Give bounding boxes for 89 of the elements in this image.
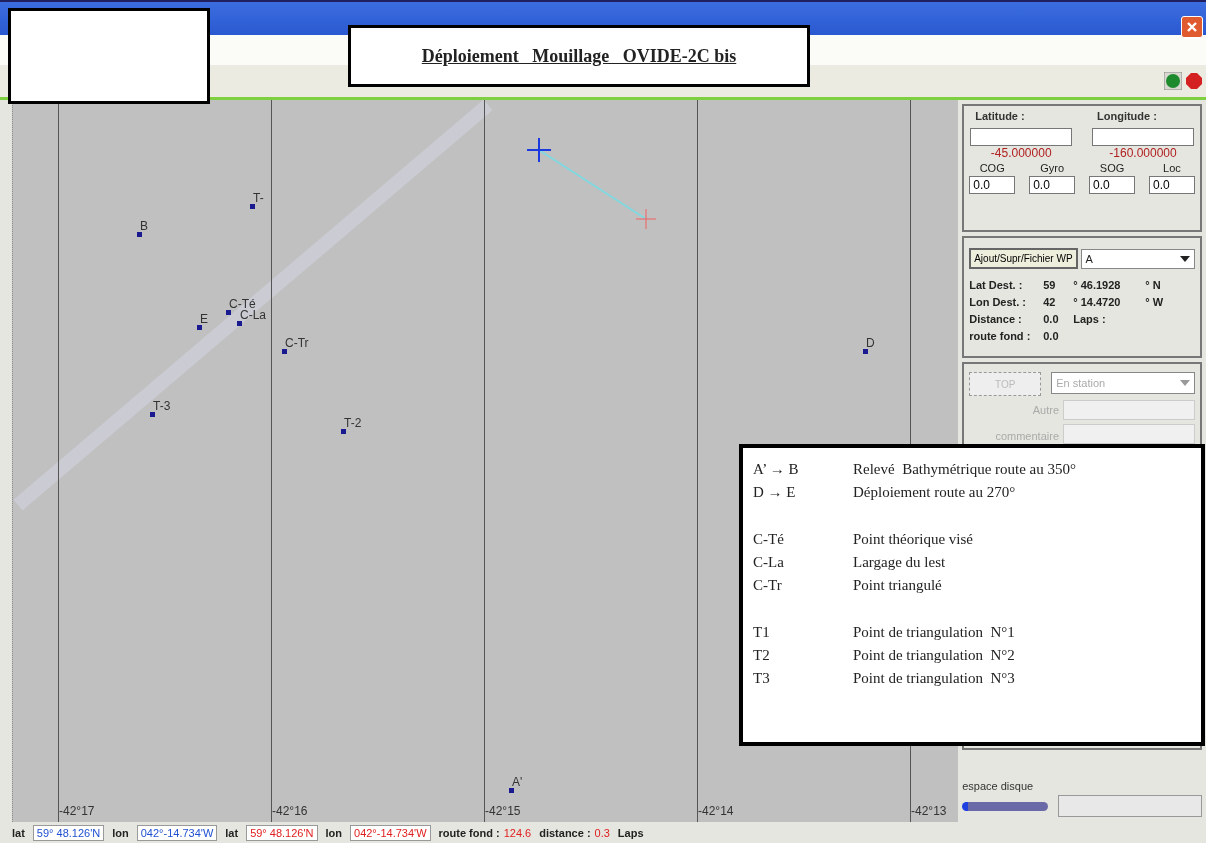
window-title: Déploiement Mouillage OVIDE-2C bis [421, 45, 737, 67]
destination-text: ° 46.1928 [1073, 279, 1122, 291]
waypoint-marker[interactable] [341, 429, 346, 434]
longitude-label: -42°14 [698, 804, 734, 818]
destination-text: Laps : [1073, 313, 1107, 325]
destination-text: 0.0 [1043, 330, 1060, 342]
waypoint-label: A' [512, 775, 523, 789]
waypoint-marker[interactable] [282, 349, 287, 354]
coordinate-field: 59° 48.126'N [32, 824, 105, 841]
destination-text: Lat Dest. : [969, 279, 1024, 291]
destination-text: 59 [1043, 279, 1057, 291]
waypoint-label: T-2 [344, 416, 362, 430]
reading-field[interactable]: 0.0 [1148, 176, 1195, 194]
status-label: lat [12, 826, 25, 839]
status-label: distance : [539, 826, 591, 839]
destination-text: 42 [1043, 296, 1057, 308]
waypoint-marker[interactable] [226, 310, 231, 315]
comment-label: commentaire [995, 430, 1059, 442]
reading-label: SOG [1099, 162, 1125, 174]
waypoint-dropdown[interactable]: A [1080, 248, 1195, 269]
coordinate-field: 59° 48.126'N [246, 824, 318, 841]
disk-space-label: espace disque [962, 780, 1035, 792]
waypoint-label: D [866, 336, 875, 350]
waypoint-label: T-3 [153, 399, 171, 413]
legend-text: Point triangulé [853, 576, 942, 595]
waypoint-marker[interactable] [863, 349, 868, 354]
status-label: lon [112, 826, 129, 839]
longitude-label: -42°16 [272, 804, 308, 818]
status-label: lat [225, 826, 239, 839]
legend-code: A’ → B [753, 460, 800, 479]
reading-field[interactable]: 0.0 [969, 176, 1016, 194]
longitude-input[interactable] [1092, 128, 1194, 146]
legend-code: C-La [753, 553, 785, 572]
waypoint-marker[interactable] [237, 321, 242, 326]
coordinate-field: 042°-14.734'W [136, 824, 218, 841]
waypoint-label: C-La [240, 308, 266, 322]
reading-label: COG [979, 162, 1005, 174]
status-label: lon [325, 826, 342, 839]
longitude-value: -160.000000 [1109, 146, 1177, 160]
waypoint-marker[interactable] [137, 232, 142, 237]
other-label: Autre [1032, 404, 1059, 416]
destination-text: ° N [1145, 279, 1162, 291]
other-field[interactable] [1063, 400, 1195, 420]
waypoint-label: B [140, 219, 148, 233]
latitude-label: Latitude : [974, 110, 1025, 122]
legend-code: T3 [753, 669, 771, 688]
go-icon[interactable] [1164, 72, 1182, 90]
longitude-label: -42°15 [485, 804, 521, 818]
status-value: 124.6 [503, 826, 532, 839]
caret-icon [1180, 255, 1190, 262]
destination-text: Distance : [969, 313, 1023, 325]
reading-field[interactable]: 0.0 [1029, 176, 1076, 194]
close-button[interactable] [1181, 16, 1203, 38]
legend-text: Largage du lest [853, 553, 946, 572]
longitude-label: -42°13 [911, 804, 947, 818]
status-label: route fond : [438, 826, 500, 839]
destination-text: route fond : [969, 330, 1032, 342]
waypoint-marker[interactable] [509, 788, 514, 793]
coordinate-field: 042°-14.734'W [350, 824, 431, 841]
waypoint-label: T- [253, 191, 264, 205]
waypoint-label: C-Té [229, 297, 256, 311]
legend-code: D → E [753, 483, 797, 502]
destination-text: Lon Dest. : [969, 296, 1028, 308]
latitude-input[interactable] [970, 128, 1073, 146]
waypoint-marker[interactable] [150, 412, 155, 417]
waypoint-file-button[interactable]: Ajout/Supr/Fichier WP [969, 248, 1078, 269]
waypoint-marker[interactable] [197, 325, 202, 330]
legend-code: T1 [753, 623, 771, 642]
stop-icon[interactable] [1185, 72, 1203, 90]
legend-code: C-Tr [753, 576, 783, 595]
waypoint-label: C-Tr [285, 336, 309, 350]
comment-field[interactable] [1063, 424, 1195, 444]
status-label: Laps [617, 826, 644, 839]
caret-icon [1180, 380, 1190, 386]
waypoint-label: E [200, 312, 208, 326]
destination-text: 0.0 [1043, 313, 1060, 325]
status-value: 0.3 [594, 826, 610, 839]
longitude-label: Longitude : [1096, 110, 1157, 122]
reading-label: Gyro [1040, 162, 1065, 174]
reading-field[interactable]: 0.0 [1089, 176, 1136, 194]
latitude-value: -45.000000 [990, 146, 1052, 160]
waypoint-marker[interactable] [250, 204, 255, 209]
reading-label: Loc [1163, 162, 1181, 174]
legend-code: C-Té [753, 530, 785, 549]
longitude-label: -42°17 [59, 804, 95, 818]
legend-code: T2 [753, 646, 771, 665]
close-icon [1185, 20, 1199, 34]
destination-text: ° W [1145, 296, 1165, 308]
destination-text: ° 14.4720 [1073, 296, 1122, 308]
